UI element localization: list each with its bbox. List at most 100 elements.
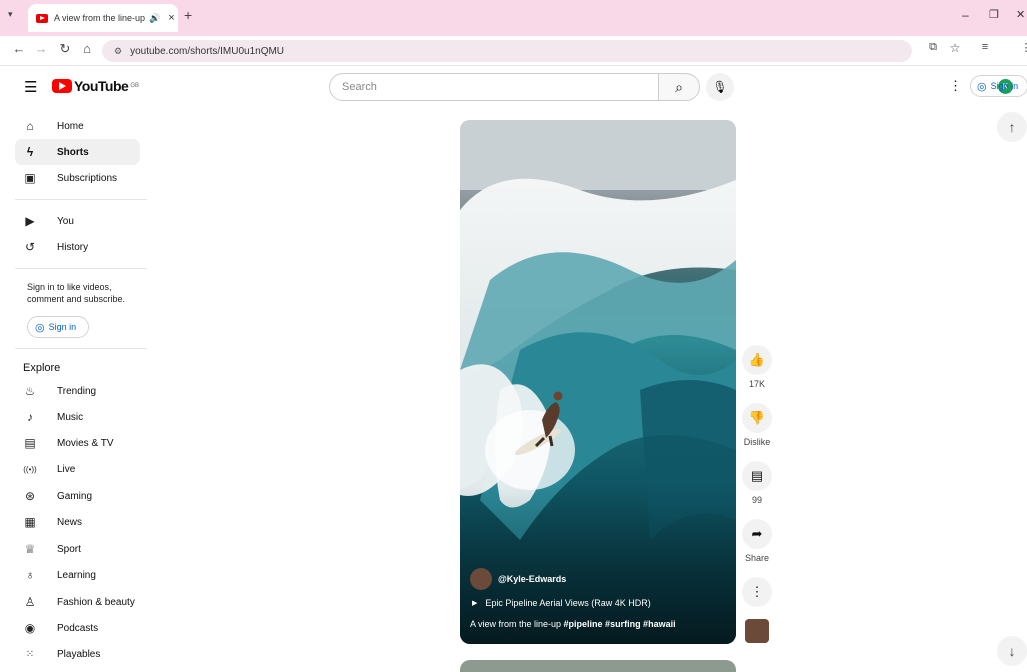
comments-button[interactable]: ▤ 99 xyxy=(742,461,772,505)
comment-count: 99 xyxy=(751,495,762,505)
dislike-label: Dislike xyxy=(743,437,771,447)
account-circle-icon: ◎ xyxy=(35,321,45,334)
learning-icon: ♁ xyxy=(25,568,35,582)
sidebar-item-subscriptions[interactable]: ▣ Subscriptions xyxy=(15,165,140,191)
surf-video-frame xyxy=(460,120,736,644)
youtube-logo-icon xyxy=(52,79,72,93)
sidebar-item-you[interactable]: ▶ You xyxy=(15,208,140,234)
sport-icon: ♕ xyxy=(24,542,36,556)
play-triangle-icon: ▶ xyxy=(472,600,478,607)
sidebar-divider xyxy=(15,199,147,200)
music-icon: ♪ xyxy=(27,410,33,424)
tab-search-chevron-icon[interactable]: ▾ xyxy=(8,9,13,20)
account-circle-icon: ◎ xyxy=(977,80,987,93)
you-icon: ▶ xyxy=(25,214,35,228)
like-count: 17K xyxy=(748,379,765,389)
sidebar-item-podcasts[interactable]: ◉ Podcasts xyxy=(15,615,140,641)
next-short-arrow-icon[interactable]: ↓ xyxy=(997,636,1027,666)
sidebar-item-trending[interactable]: ♨ Trending xyxy=(15,378,140,404)
podcasts-icon: ◉ xyxy=(24,621,36,635)
sidebar-divider xyxy=(15,268,147,269)
movies-icon: ▤ xyxy=(24,436,36,450)
settings-more-icon[interactable]: ⋮ xyxy=(949,78,962,94)
search-icon[interactable]: ⌕ xyxy=(658,73,700,101)
restore-icon[interactable]: ❐ xyxy=(989,8,999,21)
sidebar-item-live[interactable]: ((•)) Live xyxy=(15,456,140,482)
country-code: GB xyxy=(130,83,139,89)
close-window-icon[interactable]: ✕ xyxy=(1016,8,1025,21)
gaming-icon: ⊛ xyxy=(24,489,36,503)
sidebar-item-history[interactable]: ↺ History xyxy=(15,234,140,260)
sidebar-item-learning[interactable]: ♁ Learning xyxy=(15,562,140,588)
channel-row[interactable]: @Kyle-Edwards xyxy=(470,568,566,590)
speaker-icon[interactable]: 🔊 xyxy=(149,13,160,24)
minimize-icon[interactable]: – xyxy=(962,8,969,22)
reading-list-icon[interactable]: ≡ xyxy=(976,41,994,53)
sidebar-sign-in-button[interactable]: ◎ Sign in xyxy=(27,316,89,338)
home-icon: ⌂ xyxy=(26,119,34,133)
sidebar-item-playables[interactable]: ⁙ Playables xyxy=(15,641,140,667)
trending-icon: ♨ xyxy=(24,384,36,398)
history-icon: ↺ xyxy=(24,240,36,254)
sign-in-button[interactable]: ◎ Sign in xyxy=(970,75,1027,97)
tab-close-icon[interactable]: × xyxy=(168,12,174,24)
sidebar-item-movies-tv[interactable]: ▤ Movies & TV xyxy=(15,430,140,456)
channel-handle[interactable]: @Kyle-Edwards xyxy=(498,574,566,584)
back-arrow-icon[interactable]: ← xyxy=(10,41,28,56)
shorts-icon: ϟ xyxy=(26,145,34,159)
sound-thumbnail[interactable] xyxy=(745,619,769,643)
sidebar-item-sport[interactable]: ♕ Sport xyxy=(15,536,140,562)
address-bar[interactable]: ⚙ youtube.com/shorts/IMU0u1nQMU xyxy=(102,40,912,62)
sidebar-item-news[interactable]: ▦ News xyxy=(15,509,140,535)
hamburger-menu-icon[interactable]: ☰ xyxy=(24,78,37,96)
thumbs-down-icon: 👎 xyxy=(742,403,772,433)
comment-icon: ▤ xyxy=(742,461,772,491)
hashtag-links[interactable]: #pipeline #surfing #hawaii xyxy=(564,619,676,629)
bookmark-star-icon[interactable]: ☆ xyxy=(946,41,964,55)
like-button[interactable]: 👍 17K xyxy=(742,345,772,389)
live-icon: ((•)) xyxy=(23,464,37,474)
sidebar-item-shorts[interactable]: ϟ Shorts xyxy=(15,139,140,165)
signin-prompt: Sign in to like videos, comment and subs… xyxy=(27,282,126,304)
share-button[interactable]: ➦ Share xyxy=(742,519,772,563)
sidebar-item-fashion-beauty[interactable]: ♙ Fashion & beauty xyxy=(15,589,140,615)
playables-icon: ⁙ xyxy=(25,648,35,660)
playlist-link[interactable]: ▶ Epic Pipeline Aerial Views (Raw 4K HDR… xyxy=(472,598,651,608)
subscriptions-icon: ▣ xyxy=(24,171,36,185)
youtube-logo-text: YouTube xyxy=(74,78,129,94)
channel-avatar[interactable] xyxy=(470,568,492,590)
url-text: youtube.com/shorts/IMU0u1nQMU xyxy=(130,45,285,57)
tab-title: A view from the line-up #pi xyxy=(54,13,146,23)
dislike-button[interactable]: 👎 Dislike xyxy=(742,403,772,447)
browser-tab-bar: ▾ A view from the line-up #pi 🔊 × + – ❐ … xyxy=(0,0,1027,36)
news-icon: ▦ xyxy=(24,515,36,529)
explore-heading: Explore xyxy=(23,362,61,374)
site-info-icon[interactable]: ⚙ xyxy=(114,46,122,57)
shorts-video-player[interactable]: @Kyle-Edwards ▶ Epic Pipeline Aerial Vie… xyxy=(460,120,736,644)
browser-toolbar: ← → ↻ ⌂ ⚙ youtube.com/shorts/IMU0u1nQMU … xyxy=(0,36,1027,94)
sidebar-item-home[interactable]: ⌂ Home xyxy=(15,113,140,139)
share-label: Share xyxy=(744,553,770,563)
new-tab-icon[interactable]: + xyxy=(184,7,192,23)
forward-arrow-icon[interactable]: → xyxy=(32,41,50,56)
next-short-preview[interactable] xyxy=(460,660,736,672)
microphone-icon[interactable]: 🎙 xyxy=(706,73,734,101)
sidebar-divider xyxy=(15,348,147,349)
share-arrow-icon: ➦ xyxy=(742,519,772,549)
sidebar-item-gaming[interactable]: ⊛ Gaming xyxy=(15,483,140,509)
search-input[interactable]: Search xyxy=(329,73,659,101)
fashion-icon: ♙ xyxy=(24,595,36,609)
more-options-button[interactable]: ⋮ xyxy=(742,577,772,607)
previous-short-arrow-icon[interactable]: ↑ xyxy=(997,112,1027,142)
more-vertical-icon: ⋮ xyxy=(742,577,772,607)
home-button-icon[interactable]: ⌂ xyxy=(78,41,96,56)
browser-tab-active[interactable]: A view from the line-up #pi 🔊 × xyxy=(28,4,178,32)
thumbs-up-icon: 👍 xyxy=(742,345,772,375)
install-app-icon[interactable]: ⧉ xyxy=(924,41,942,54)
short-title: A view from the line-up #pipeline #surfi… xyxy=(470,619,676,629)
browser-menu-icon[interactable]: ⋮ xyxy=(1017,41,1027,54)
youtube-logo[interactable]: YouTube GB xyxy=(52,78,139,94)
sign-in-label: Sign in xyxy=(990,81,1019,91)
reload-icon[interactable]: ↻ xyxy=(56,41,74,57)
sidebar-item-music[interactable]: ♪ Music xyxy=(15,404,140,430)
